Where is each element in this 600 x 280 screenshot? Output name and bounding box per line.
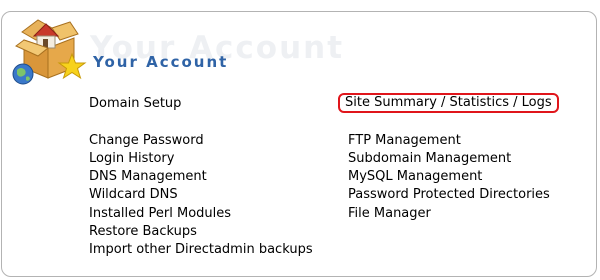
file-manager-link[interactable]: File Manager	[348, 205, 431, 223]
site-summary-link[interactable]: Site Summary / Statistics / Logs	[338, 93, 559, 113]
import-backups-link[interactable]: Import other Directadmin backups	[89, 241, 313, 259]
subdomain-management-link[interactable]: Subdomain Management	[348, 150, 511, 168]
dns-management-link[interactable]: DNS Management	[89, 168, 207, 186]
password-protected-directories-link[interactable]: Password Protected Directories	[348, 186, 550, 204]
restore-backups-link[interactable]: Restore Backups	[89, 223, 197, 241]
page-title: Your Account	[93, 53, 229, 71]
installed-perl-modules-link[interactable]: Installed Perl Modules	[89, 205, 231, 223]
house-box-globe-star-icon	[12, 19, 87, 85]
change-password-link[interactable]: Change Password	[89, 132, 204, 150]
mysql-management-link[interactable]: MySQL Management	[348, 168, 482, 186]
domain-setup-link[interactable]: Domain Setup	[89, 95, 181, 113]
ftp-management-link[interactable]: FTP Management	[348, 132, 461, 150]
wildcard-dns-link[interactable]: Wildcard DNS	[89, 186, 178, 204]
login-history-link[interactable]: Login History	[89, 150, 174, 168]
